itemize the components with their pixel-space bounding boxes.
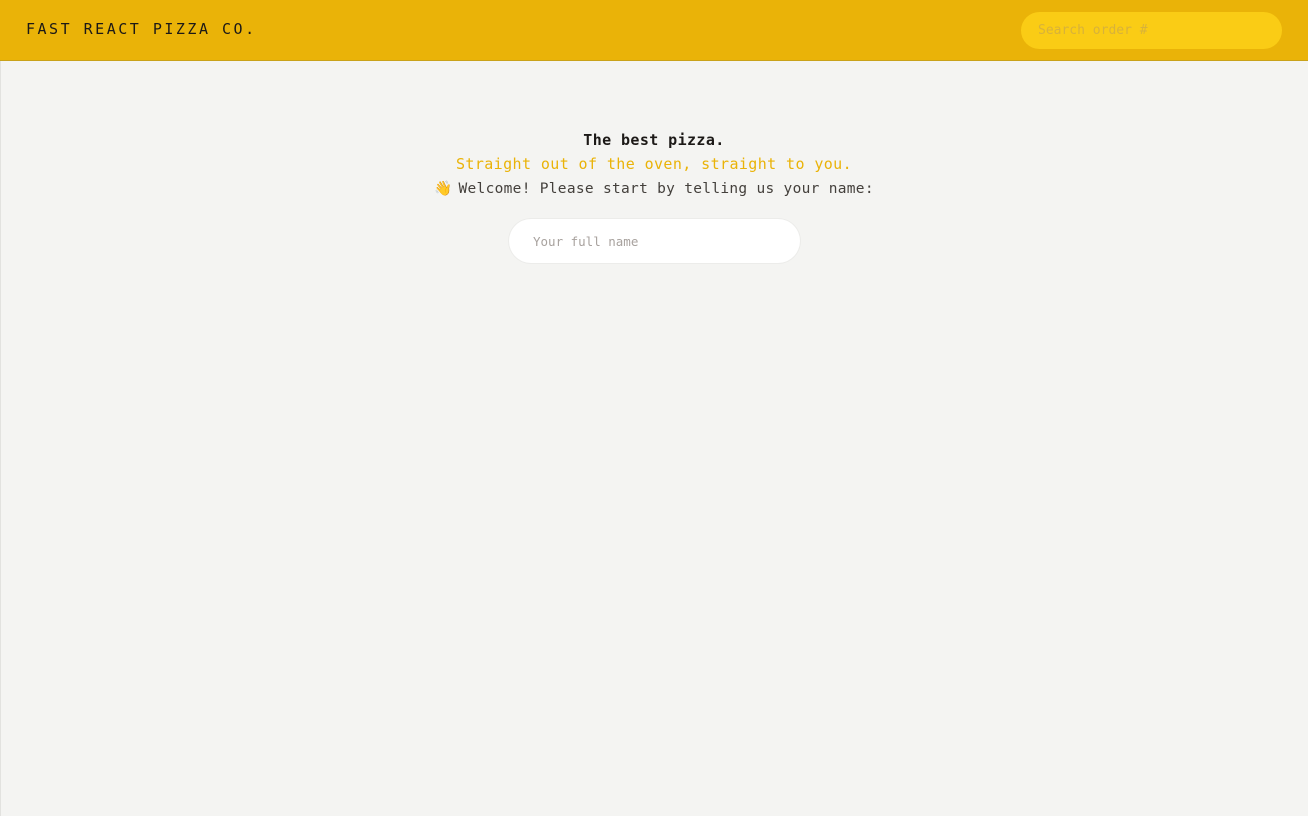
welcome-message: 👋 Welcome! Please start by telling us you… xyxy=(0,177,1308,201)
waving-hand-icon: 👋 xyxy=(434,181,453,197)
welcome-text: Welcome! Please start by telling us your… xyxy=(458,181,874,197)
search-order-input[interactable] xyxy=(1021,12,1282,49)
app-header: FAST REACT PIZZA CO. xyxy=(0,0,1308,61)
full-name-input[interactable] xyxy=(509,219,800,263)
logo-link[interactable]: FAST REACT PIZZA CO. xyxy=(26,20,257,38)
page-subtitle: Straight out of the oven, straight to yo… xyxy=(455,155,853,173)
page-title: The best pizza. xyxy=(583,131,725,149)
home-hero: The best pizza. Straight out of the oven… xyxy=(0,128,1308,201)
